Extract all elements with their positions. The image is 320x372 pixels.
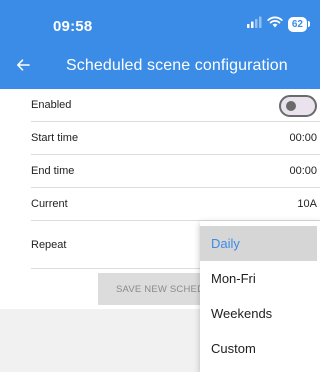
repeat-option-daily[interactable]: Daily	[200, 226, 317, 261]
repeat-option-weekends[interactable]: Weekends	[200, 296, 320, 331]
battery-icon: 62	[287, 16, 311, 32]
end-time-value: 00:00	[289, 165, 317, 177]
status-icons: 62	[246, 15, 311, 33]
end-time-row[interactable]: End time 00:00	[31, 155, 320, 188]
current-label: Current	[31, 198, 68, 210]
enabled-toggle[interactable]	[279, 95, 317, 117]
repeat-dropdown-menu: Daily Mon-Fri Weekends Custom	[200, 221, 320, 372]
status-bar: 09:58 62	[0, 0, 320, 45]
signal-icon	[246, 15, 262, 33]
start-time-label: Start time	[31, 132, 79, 144]
repeat-option-custom[interactable]: Custom	[200, 331, 320, 366]
status-time: 09:58	[53, 18, 93, 35]
page-title: Scheduled scene configuration	[66, 57, 288, 74]
enabled-label: Enabled	[31, 99, 72, 111]
toggle-knob	[286, 101, 296, 111]
end-time-label: End time	[31, 165, 75, 177]
current-value: 10A	[297, 198, 317, 210]
arrow-left-icon	[16, 58, 30, 77]
start-time-value: 00:00	[289, 132, 317, 144]
app-bar: Scheduled scene configuration	[0, 45, 320, 89]
back-button[interactable]	[8, 52, 38, 82]
start-time-row[interactable]: Start time 00:00	[31, 122, 320, 155]
wifi-icon	[267, 15, 283, 33]
enabled-row: Enabled	[31, 89, 320, 122]
repeat-option-mon-fri[interactable]: Mon-Fri	[200, 261, 320, 296]
current-row[interactable]: Current 10A	[31, 188, 320, 221]
repeat-label: Repeat	[31, 238, 67, 251]
